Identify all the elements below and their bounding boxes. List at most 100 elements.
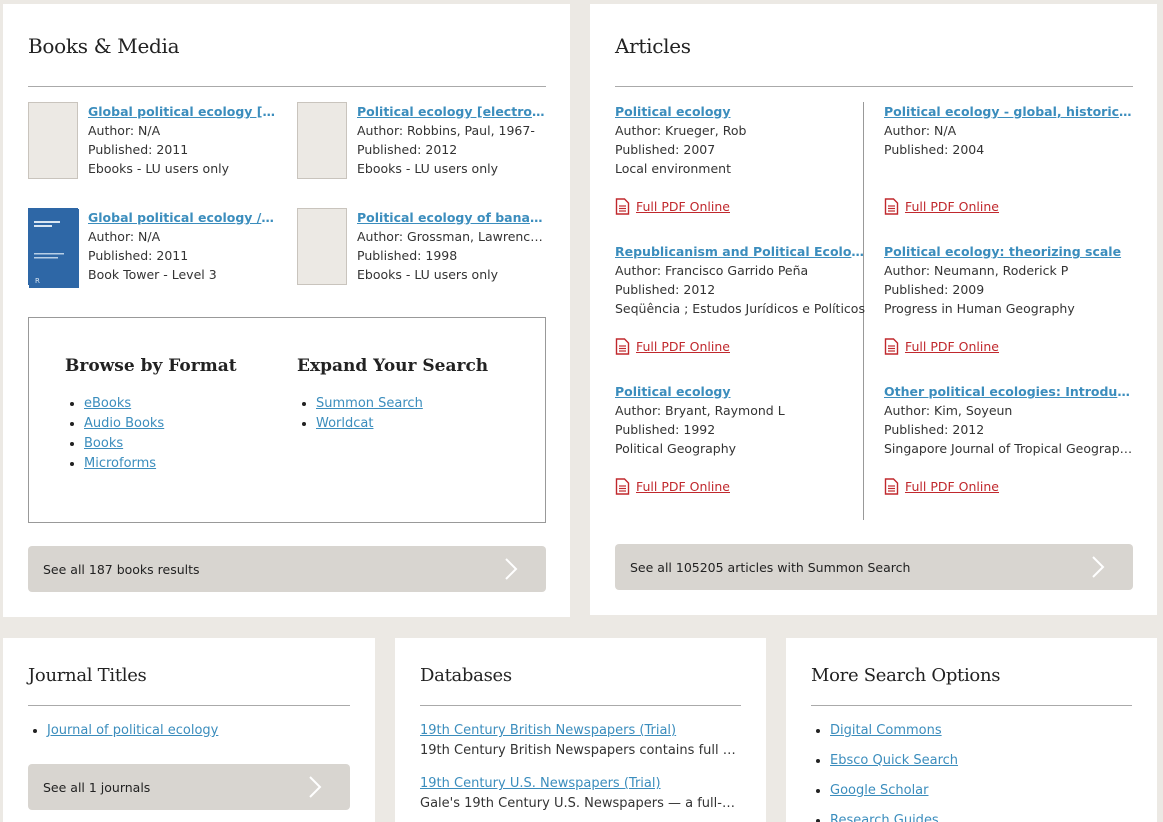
digital-commons-link[interactable]: Digital Commons (830, 723, 942, 738)
full-pdf-link[interactable]: Full PDF Online (615, 198, 730, 215)
list-item: Books (84, 434, 164, 454)
articles-title: Articles (615, 34, 691, 58)
book-item: R Global political ecology / edited by A… (28, 208, 277, 294)
article-title-link[interactable]: Political ecology (615, 102, 865, 121)
full-pdf-label: Full PDF Online (636, 199, 730, 214)
full-pdf-label: Full PDF Online (905, 199, 999, 214)
full-pdf-link[interactable]: Full PDF Online (615, 338, 730, 355)
divider (420, 705, 741, 706)
article-title-link[interactable]: Political ecology (615, 382, 865, 401)
summon-search-link[interactable]: Summon Search (316, 396, 423, 411)
article-source: Local environment (615, 161, 731, 176)
worldcat-link[interactable]: Worldcat (316, 416, 373, 431)
book-author: Author: Robbins, Paul, 1967- (357, 123, 535, 138)
ebsco-quick-search-link[interactable]: Ebsco Quick Search (830, 753, 958, 768)
article-title-link[interactable]: Political ecology: theorizing scale (884, 242, 1133, 261)
article-published: Published: 2009 (884, 282, 985, 297)
browse-by-format-heading: Browse by Format (65, 356, 237, 376)
list-item: Microforms (84, 454, 164, 474)
article-published: Published: 1992 (615, 422, 716, 437)
format-link-books[interactable]: Books (84, 436, 123, 451)
books-media-panel: Books & Media Global political ecology [… (3, 4, 570, 617)
book-title-link[interactable]: Political ecology [electronic resource] (357, 102, 546, 121)
database-item: 19th Century U.S. Newspapers (Trial) Gal… (420, 774, 740, 814)
article-published: Published: 2004 (884, 142, 985, 157)
book-location: Ebooks - LU users only (357, 267, 498, 282)
svg-text:R: R (35, 277, 40, 285)
book-published: Published: 2011 (88, 248, 189, 263)
more-search-list: Digital Commons Ebsco Quick Search Googl… (811, 716, 958, 822)
journal-titles-title: Journal Titles (28, 665, 147, 686)
article-source: Political Geography (615, 441, 737, 456)
book-cover-art-icon: R (29, 209, 79, 288)
book-author: Author: N/A (88, 123, 161, 138)
article-item: Political ecology Author: Bryant, Raymon… (615, 382, 865, 458)
see-all-books-button[interactable]: See all 187 books results (28, 546, 546, 592)
see-all-articles-label: See all 105205 articles with Summon Sear… (630, 559, 911, 575)
databases-panel: Databases 19th Century British Newspaper… (395, 638, 766, 822)
see-all-journals-label: See all 1 journals (43, 779, 151, 795)
see-all-books-label: See all 187 books results (43, 561, 200, 577)
book-location: Ebooks - LU users only (357, 161, 498, 176)
see-all-journals-button[interactable]: See all 1 journals (28, 764, 350, 810)
article-title-link[interactable]: Republicanism and Political Ecology (615, 242, 865, 261)
article-title-link[interactable]: Political ecology - global, historical a… (884, 102, 1133, 121)
see-all-articles-button[interactable]: See all 105205 articles with Summon Sear… (615, 544, 1133, 590)
article-item: Political ecology Author: Krueger, Rob P… (615, 102, 865, 178)
full-pdf-link[interactable]: Full PDF Online (884, 338, 999, 355)
book-title-link[interactable]: Political ecology of bananas [electronic… (357, 208, 546, 227)
chevron-right-icon (1092, 556, 1105, 578)
article-author: Author: Francisco Garrido Peña (615, 263, 809, 278)
chevron-right-icon (309, 776, 322, 798)
article-author: Author: Krueger, Rob (615, 123, 747, 138)
pdf-icon (615, 198, 630, 215)
article-author: Author: Bryant, Raymond L (615, 403, 785, 418)
journal-list: Journal of political ecology (28, 721, 218, 741)
book-item: Political ecology [electronic resource] … (297, 102, 546, 188)
divider (28, 705, 350, 706)
articles-panel: Articles Political ecology Author: Krueg… (590, 4, 1157, 615)
full-pdf-label: Full PDF Online (636, 339, 730, 354)
format-box: Browse by Format eBooks Audio Books Book… (28, 317, 546, 523)
book-published: Published: 1998 (357, 248, 458, 263)
book-cover[interactable] (297, 102, 347, 179)
pdf-icon (615, 338, 630, 355)
book-cover[interactable] (28, 102, 78, 179)
book-location: Ebooks - LU users only (88, 161, 229, 176)
browse-format-list: eBooks Audio Books Books Microforms (65, 394, 164, 474)
book-item: Global political ecology [electronic res… (28, 102, 277, 188)
database-description: 19th Century British Newspapers contains… (420, 743, 740, 758)
full-pdf-label: Full PDF Online (905, 339, 999, 354)
article-item: Political ecology: theorizing scale Auth… (884, 242, 1133, 318)
article-author: Author: N/A (884, 123, 957, 138)
database-link[interactable]: 19th Century British Newspapers (Trial) (420, 723, 676, 738)
book-author: Author: Grossman, Lawrence S. (357, 229, 546, 244)
divider (615, 86, 1133, 87)
journal-link[interactable]: Journal of political ecology (47, 723, 218, 738)
book-title-link[interactable]: Global political ecology [electronic res… (88, 102, 277, 121)
pdf-icon (884, 198, 899, 215)
full-pdf-link[interactable]: Full PDF Online (884, 478, 999, 495)
research-guides-link[interactable]: Research Guides (830, 813, 939, 822)
google-scholar-link[interactable]: Google Scholar (830, 783, 929, 798)
expand-search-heading: Expand Your Search (297, 356, 489, 376)
full-pdf-link[interactable]: Full PDF Online (615, 478, 730, 495)
format-link-microforms[interactable]: Microforms (84, 456, 156, 471)
article-title-link[interactable]: Other political ecologies: Introduction (884, 382, 1133, 401)
list-item: Digital Commons (830, 716, 958, 746)
book-cover[interactable] (297, 208, 347, 285)
book-cover[interactable]: R (28, 208, 79, 288)
format-link-ebooks[interactable]: eBooks (84, 396, 131, 411)
pdf-icon (884, 478, 899, 495)
book-title-link[interactable]: Global political ecology / edited by (88, 208, 277, 227)
full-pdf-label: Full PDF Online (905, 479, 999, 494)
article-published: Published: 2012 (615, 282, 716, 297)
full-pdf-link[interactable]: Full PDF Online (884, 198, 999, 215)
books-media-title: Books & Media (28, 34, 180, 58)
list-item: Google Scholar (830, 776, 958, 806)
more-search-options-panel: More Search Options Digital Commons Ebsc… (786, 638, 1157, 822)
article-source: Seqüência ; Estudos Jurídicos e Político… (615, 301, 865, 316)
list-item: Journal of political ecology (47, 721, 218, 741)
format-link-audio-books[interactable]: Audio Books (84, 416, 164, 431)
database-link[interactable]: 19th Century U.S. Newspapers (Trial) (420, 776, 661, 791)
